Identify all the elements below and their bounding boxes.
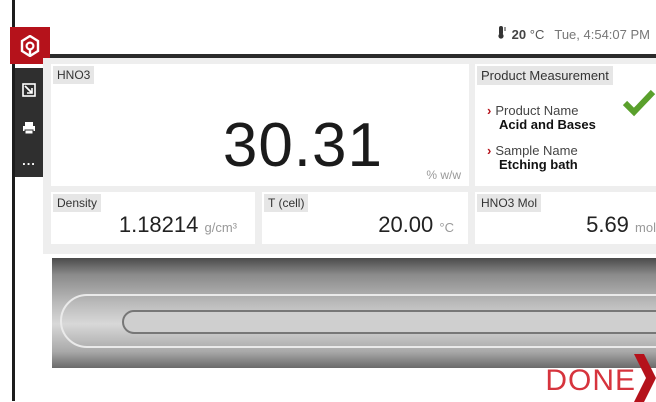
sample-name-row: › Sample Name Etching bath — [487, 144, 578, 172]
density-readout: 1.18214 g/cm³ — [119, 212, 237, 238]
tcell-label: T (cell) — [264, 194, 309, 212]
mol-label: HNO3 Mol — [477, 194, 542, 212]
datetime: Tue, 4:54:07 PM — [554, 26, 650, 42]
thermometer-icon — [496, 26, 507, 42]
tcell-readout: 20.00 °C — [378, 212, 454, 238]
main-result-card: HNO3 30.31 % w/w — [51, 64, 469, 186]
density-value: 1.18214 — [118, 212, 199, 237]
sidebar: ... — [15, 68, 43, 177]
sample-name-label: Sample Name — [495, 143, 578, 158]
export-icon[interactable] — [15, 76, 43, 104]
product-card: Product Measurement › Product Name Acid a… — [475, 64, 656, 186]
done-button[interactable]: DONE — [545, 364, 636, 398]
main-value: 30.31 — [222, 111, 383, 180]
main-label: HNO3 — [53, 66, 95, 84]
tcell-value: 20.00 — [378, 212, 434, 237]
measurement-panel: HNO3 30.31 % w/w Product Measurement › Pr… — [43, 58, 656, 254]
product-name-label: Product Name — [495, 103, 579, 118]
sample-name-value: Etching bath — [499, 157, 578, 172]
mol-value: 5.69 — [586, 212, 629, 237]
chevron-right-icon: › — [487, 143, 492, 158]
tcell-unit: °C — [439, 220, 454, 235]
status-area: 20 °C Tue, 4:54:07 PM — [496, 26, 650, 42]
density-unit: g/cm³ — [204, 220, 238, 235]
top-bar: 20 °C Tue, 4:54:07 PM — [15, 0, 656, 58]
mol-unit: mol — [635, 220, 656, 235]
main-unit: % w/w — [426, 168, 461, 182]
product-label: Product Measurement — [477, 66, 613, 85]
check-icon — [622, 89, 656, 117]
done-arrow-icon[interactable] — [634, 354, 656, 402]
mol-card: HNO3 Mol 5.69 mol — [475, 192, 656, 244]
density-card: Density 1.18214 g/cm³ — [51, 192, 255, 244]
cell-camera-view — [52, 258, 656, 368]
more-icon[interactable]: ... — [15, 146, 43, 174]
temperature-readout: 20 °C — [496, 26, 544, 42]
product-name-row: › Product Name Acid and Bases — [487, 104, 596, 132]
temperature-value: 20 — [511, 27, 527, 42]
print-icon[interactable] — [15, 114, 43, 142]
mol-readout: 5.69 mol — [586, 212, 656, 238]
temperature-unit: °C — [529, 27, 545, 42]
density-label: Density — [53, 194, 102, 212]
chevron-right-icon: › — [487, 103, 492, 118]
tube-inner — [122, 310, 656, 334]
tcell-card: T (cell) 20.00 °C — [262, 192, 468, 244]
product-name-value: Acid and Bases — [499, 117, 596, 132]
